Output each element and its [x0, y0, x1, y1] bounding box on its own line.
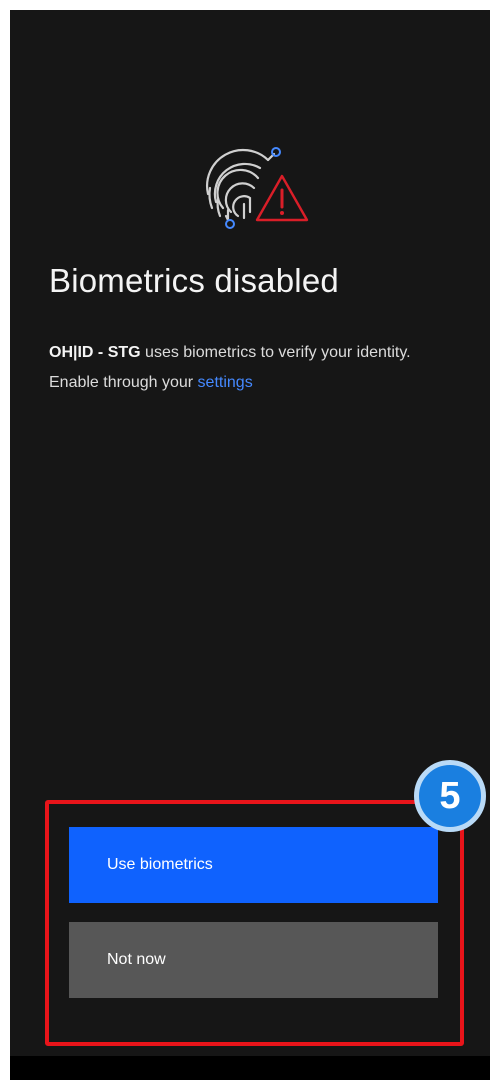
not-now-button[interactable]: Not now [69, 922, 438, 998]
navigation-bar [10, 1056, 490, 1080]
settings-link[interactable]: settings [198, 374, 253, 391]
action-buttons: Use biometrics Not now [69, 827, 439, 998]
page-title: Biometrics disabled [49, 262, 339, 299]
step-number-badge: 5 [414, 760, 486, 832]
description-text: OH|ID - STG uses biometrics to verify yo… [49, 338, 449, 398]
app-screen: Biometrics disabled OH|ID - STG uses bio… [10, 10, 490, 1080]
fingerprint-warning-icon [198, 138, 310, 238]
app-name: OH|ID - STG [49, 344, 141, 361]
use-biometrics-button[interactable]: Use biometrics [69, 827, 438, 903]
